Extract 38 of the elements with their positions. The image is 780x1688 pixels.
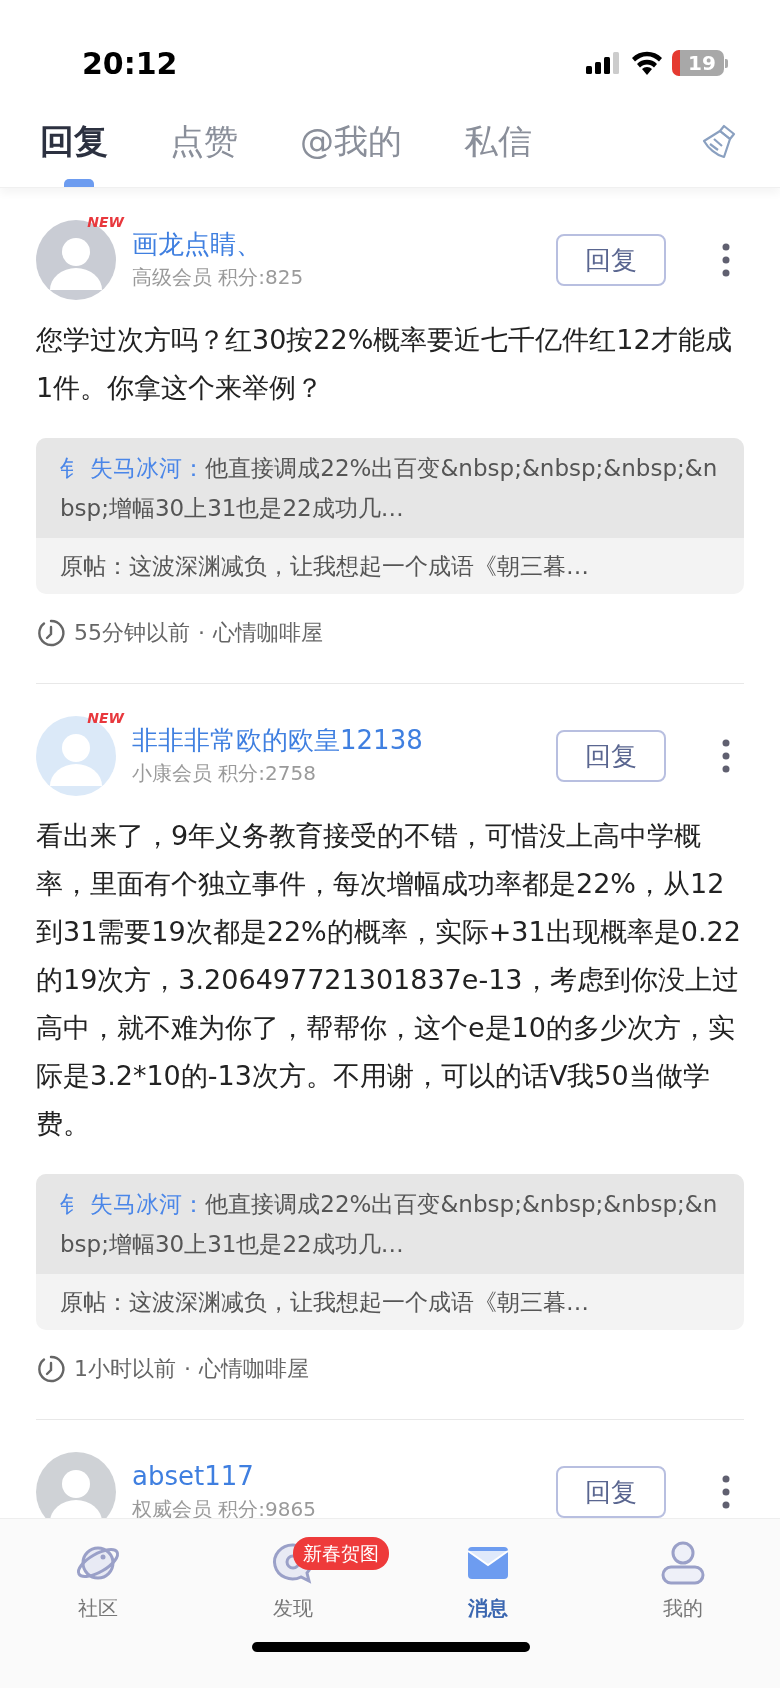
separator-dot: · [198,619,205,647]
tab[interactable]: 私信 [464,96,532,187]
username[interactable]: 非非非常欧的欧皇12138 [132,724,540,758]
separator-dot: · [184,1355,191,1383]
nav-tab[interactable]: 消息 [467,1593,508,1623]
reply-button[interactable]: 回复 [556,234,666,286]
post-time: 55分钟以前 [74,619,190,647]
original-post[interactable]: 原帖：这波深渊减负，让我想起一个成语《朝三暮… [36,1274,744,1330]
nav-tab[interactable]: 我的 [662,1593,703,1623]
clock-time: 20:12 [82,44,178,83]
nav-tab[interactable]: 社区 [77,1593,118,1623]
forum-name[interactable]: 心情咖啡屋 [213,616,323,649]
member-info: 权威会员 积分:9865 [132,1495,317,1518]
reply-button[interactable]: 回复 [556,1466,666,1518]
quoted-comment: 钅 失马冰河：他直接调成22%出百变&nbsp;&nbsp;&nbsp;&nbsp;增幅30上31也是22成功几… [36,1174,744,1274]
wifi-icon [630,51,664,75]
member-info: 高级会员 积分:825 [132,263,305,291]
member-info: 小康会员 积分:2758 [132,759,317,787]
clock-icon [36,617,66,648]
promo-badge: 新春贺图 [292,1537,389,1570]
username[interactable]: abset117 [132,1460,540,1494]
post-text: 您学过次方吗？红30按22%概率要近七千亿件红12才能成1件。你拿这个来举例？ [36,323,733,405]
forum-name[interactable]: 心情咖啡屋 [199,1352,309,1385]
tab[interactable]: 点赞 [170,96,238,187]
post-time: 1小时以前 [74,1355,176,1383]
quoted-comment: 钅 失马冰河：他直接调成22%出百变&nbsp;&nbsp;&nbsp;&nbsp;增幅30上31也是22成功几… [36,438,744,538]
original-post[interactable]: 原帖：这波深渊减负，让我想起一个成语《朝三暮… [36,538,744,594]
tab-indicator [64,179,94,187]
new-label: NEW [87,213,124,232]
username[interactable]: 画龙点睛、 [132,228,540,262]
reply-button[interactable]: 回复 [556,730,666,782]
post-text: 看出来了，9年义务教育接受的不错，可惜没上高中学概率，里面有个独立事件，每次增幅成功率都是22%，从12到31需要19次都是22%的概率，实际+31出现概率是0.22的19次方，3.206497721301837e-13，考虑到你没上过高中，就不难为你了，帮帮你，这个e是10的多少次方，实际是3.2*10的-13次方。不用谢，可以的话V我50当做学费。 [36,819,742,1141]
clock-icon [36,1353,66,1384]
new-label: NEW [87,709,124,728]
tab[interactable]: @我的 [300,96,402,187]
tab[interactable]: 回复 [40,96,108,187]
nav-tab[interactable]: 发现 [272,1593,313,1623]
signal-icon [586,52,622,74]
